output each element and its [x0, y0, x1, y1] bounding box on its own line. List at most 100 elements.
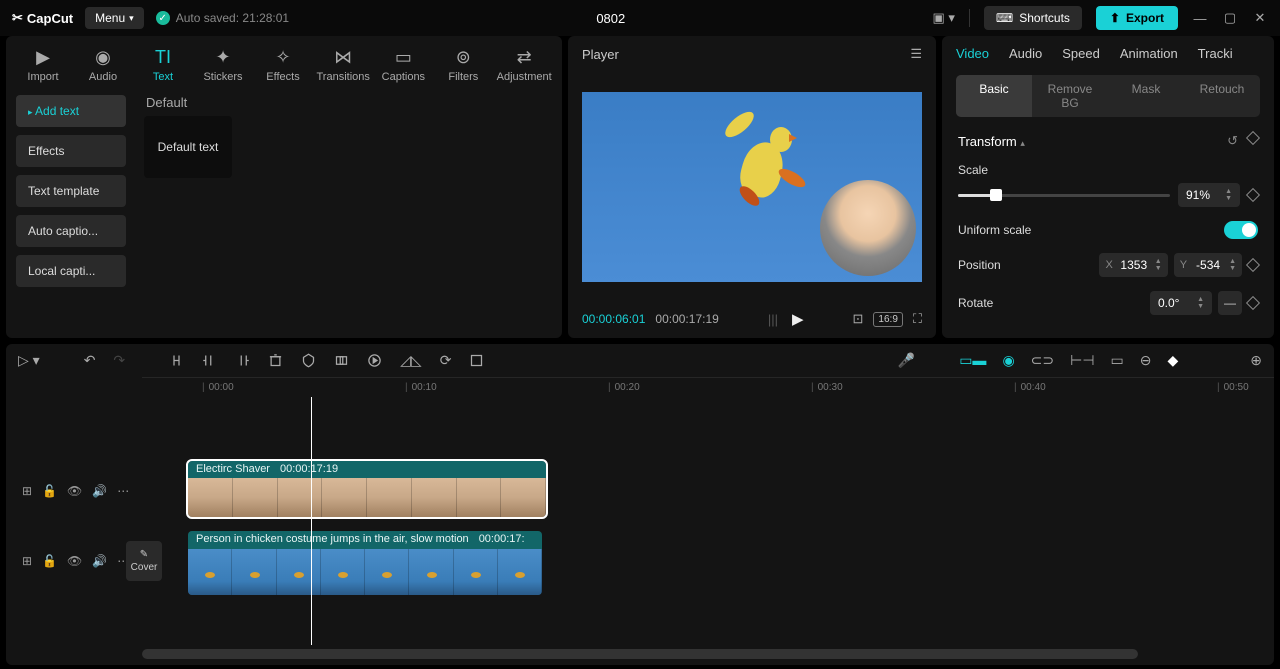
media-tab-transitions[interactable]: ⋈Transitions — [316, 42, 370, 87]
scale-input[interactable]: 91% ▲▼ — [1178, 183, 1240, 207]
stepper-icon[interactable]: ▲▼ — [1155, 258, 1162, 272]
zoom-out-button[interactable]: ⊖ — [1140, 352, 1152, 369]
freeze-tool[interactable] — [469, 353, 484, 368]
eye-icon[interactable]: 👁 — [67, 554, 82, 568]
close-button[interactable]: ✕ — [1252, 10, 1268, 26]
keyframe-diamond-icon[interactable] — [1246, 296, 1260, 310]
media-tab-import[interactable]: ▶Import — [16, 42, 70, 87]
sidebar-item[interactable]: Text template — [16, 175, 126, 207]
undo-button[interactable]: ↶ — [84, 352, 96, 369]
rotate-tool[interactable]: ⟳ — [440, 352, 452, 369]
inspector-tab-speed[interactable]: Speed — [1062, 46, 1100, 61]
zoom-in-button[interactable]: ⊕ — [1250, 352, 1262, 369]
link-tool[interactable]: ⊂⊃ — [1031, 352, 1054, 369]
transform-label: Transform — [958, 134, 1017, 149]
sidebar-item[interactable]: Add text — [16, 95, 126, 127]
media-tab-adjustment[interactable]: ⇄Adjustment — [496, 42, 552, 87]
inspector-tab-audio[interactable]: Audio — [1009, 46, 1042, 61]
media-tab-filters[interactable]: ⊚Filters — [436, 42, 490, 87]
playhead[interactable] — [311, 397, 312, 645]
keyframe-diamond-icon[interactable] — [1246, 131, 1260, 145]
delete-tool[interactable] — [268, 353, 283, 368]
media-tab-audio[interactable]: ◉Audio — [76, 42, 130, 87]
stepper-icon[interactable]: ▲▼ — [1225, 188, 1232, 202]
subtab-basic[interactable]: Basic — [956, 75, 1032, 117]
keyframe-diamond-icon[interactable] — [1246, 258, 1260, 272]
export-button[interactable]: ⬆ Export — [1096, 6, 1178, 30]
media-tab-stickers[interactable]: ✦Stickers — [196, 42, 250, 87]
minimize-button[interactable]: — — [1192, 11, 1208, 26]
crop-tool[interactable] — [334, 353, 349, 368]
transform-header[interactable]: Transform ▴ ↺ — [958, 133, 1258, 149]
track-collapse-icon[interactable]: ⊞ — [22, 554, 32, 568]
horizontal-scrollbar[interactable] — [142, 649, 1138, 659]
columns-icon[interactable]: ||| — [768, 312, 778, 327]
mute-icon[interactable]: 🔊 — [92, 554, 107, 568]
mute-icon[interactable]: 🔊 — [92, 484, 107, 498]
sidebar-item[interactable]: Auto captio... — [16, 215, 126, 247]
shortcuts-button[interactable]: ⌨ Shortcuts — [984, 6, 1082, 30]
track-controls: ⊞ 🔓 👁 🔊 ⋯ — [6, 484, 122, 498]
magnetic-tool[interactable]: ▭▬ — [959, 352, 986, 369]
preview-tool[interactable]: ▭ — [1111, 352, 1124, 369]
mirror-button[interactable]: — — [1218, 291, 1242, 315]
keyframe-diamond-icon[interactable] — [1246, 188, 1260, 202]
player-viewport[interactable] — [568, 72, 936, 302]
eye-icon[interactable]: 👁 — [67, 484, 82, 498]
tracks-area[interactable]: ⊞ 🔓 👁 🔊 ⋯ Electirc Shaver 00:00:17:19 — [6, 397, 1274, 645]
sidebar-item[interactable]: Effects — [16, 135, 126, 167]
default-text-thumb[interactable]: Default text — [144, 116, 232, 178]
marker-tool[interactable] — [301, 353, 316, 368]
stepper-icon[interactable]: ▲▼ — [1229, 258, 1236, 272]
inspector-tab-tracki[interactable]: Tracki — [1198, 46, 1233, 61]
position-y-input[interactable]: Y -534 ▲▼ — [1174, 253, 1242, 277]
zoom-slider-thumb[interactable]: ◆ — [1167, 352, 1178, 369]
timeline-ruler[interactable]: 00:0000:1000:2000:3000:4000:50 — [142, 377, 1274, 397]
timeline-clip-1[interactable]: Electirc Shaver 00:00:17:19 — [188, 461, 546, 517]
reset-icon[interactable]: ↺ — [1227, 133, 1238, 149]
timeline-toolbar: ▷ ▾ ↶ ↷ ◿◺ ⟳ 🎤 ▭▬ ◉ ⊂⊃ ⊢⊣ ▭ ⊖ ◆ ⊕ — [6, 344, 1274, 377]
compare-icon[interactable]: ⊡ — [853, 311, 864, 327]
lock-icon[interactable]: 🔓 — [42, 554, 57, 568]
media-tab-text[interactable]: TIText — [136, 42, 190, 87]
stepper-icon[interactable]: ▲▼ — [1197, 296, 1204, 310]
stickers-icon: ✦ — [215, 46, 230, 68]
maximize-button[interactable]: ▢ — [1222, 10, 1238, 26]
sidebar-item[interactable]: Local capti... — [16, 255, 126, 287]
reverse-tool[interactable] — [367, 353, 382, 368]
uniform-scale-toggle[interactable] — [1224, 221, 1258, 239]
subtab-remove-bg[interactable]: Remove BG — [1032, 75, 1108, 117]
select-tool[interactable]: ▷ ▾ — [18, 352, 40, 369]
fullscreen-icon[interactable]: ⛶ — [913, 311, 922, 327]
mirror-tool[interactable]: ◿◺ — [400, 352, 422, 369]
media-tab-captions[interactable]: ▭Captions — [376, 42, 430, 87]
scale-slider[interactable] — [958, 194, 1170, 197]
scrollbar-thumb[interactable] — [142, 649, 1138, 659]
subtab-mask[interactable]: Mask — [1108, 75, 1184, 117]
position-x-input[interactable]: X 1353 ▲▼ — [1099, 253, 1167, 277]
more-icon[interactable]: ⋯ — [117, 484, 129, 498]
split-left-tool[interactable] — [202, 353, 217, 368]
media-tab-effects[interactable]: ✧Effects — [256, 42, 310, 87]
lock-icon[interactable]: 🔓 — [42, 484, 57, 498]
mic-icon[interactable]: 🎤 — [898, 352, 915, 369]
inspector-tab-animation[interactable]: Animation — [1120, 46, 1178, 61]
layout-icon[interactable]: ▣ ▾ — [932, 10, 954, 26]
timeline-clip-2[interactable]: Person in chicken costume jumps in the a… — [188, 531, 542, 595]
inspector-tab-video[interactable]: Video — [956, 46, 989, 61]
aspect-ratio-button[interactable]: 16:9 — [873, 312, 902, 327]
titlebar-right: ▣ ▾ ⌨ Shortcuts ⬆ Export — ▢ ✕ — [932, 6, 1268, 30]
redo-button[interactable]: ↷ — [113, 352, 125, 369]
effects-icon: ✧ — [275, 46, 290, 68]
shortcuts-label: Shortcuts — [1019, 11, 1070, 25]
split-right-tool[interactable] — [235, 353, 250, 368]
play-button[interactable]: ▶ — [792, 310, 804, 328]
rotate-input[interactable]: 0.0° ▲▼ — [1150, 291, 1212, 315]
auto-snap-tool[interactable]: ◉ — [1002, 352, 1014, 369]
player-menu-icon[interactable]: ☰ — [910, 46, 922, 62]
subtab-retouch[interactable]: Retouch — [1184, 75, 1260, 117]
align-tool[interactable]: ⊢⊣ — [1070, 352, 1094, 369]
track-collapse-icon[interactable]: ⊞ — [22, 484, 32, 498]
split-tool[interactable] — [169, 353, 184, 368]
menu-button[interactable]: Menu ▾ — [85, 7, 144, 29]
